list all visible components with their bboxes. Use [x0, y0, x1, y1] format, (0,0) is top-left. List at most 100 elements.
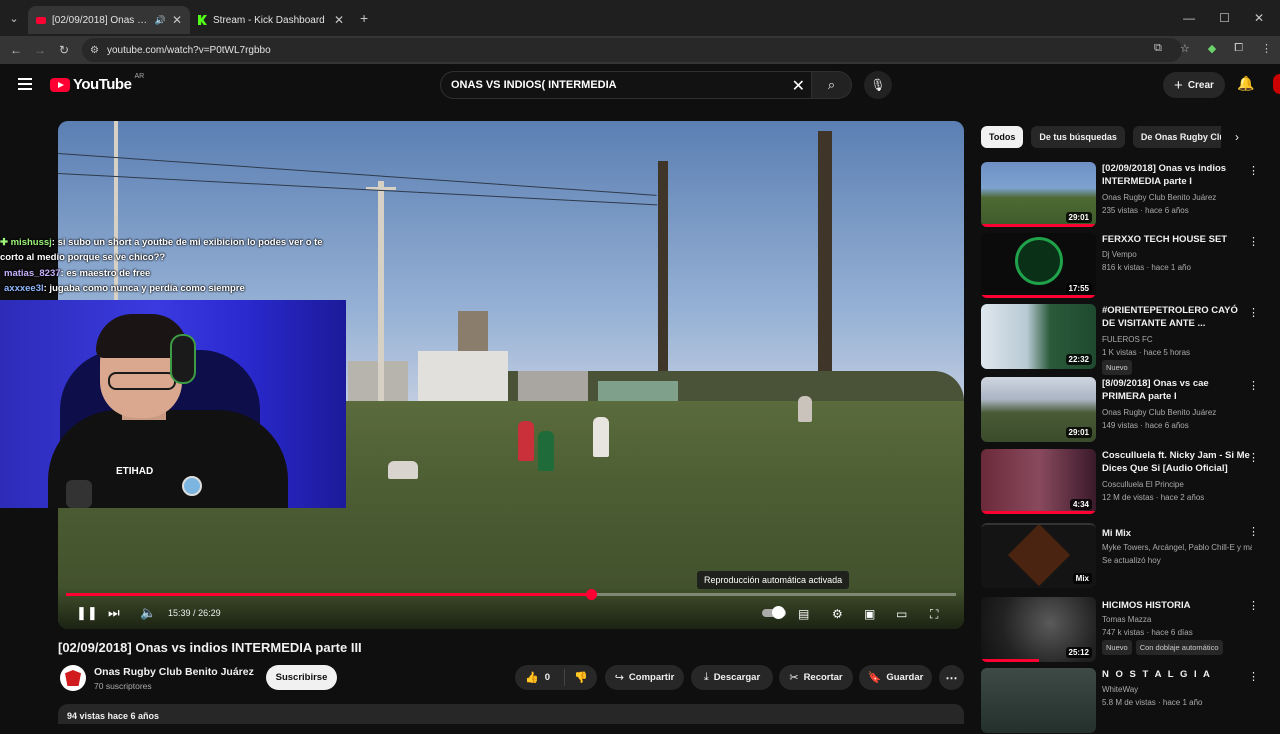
tab-title: [02/09/2018] Onas vs indios — [52, 14, 149, 26]
download-label: Descargar — [713, 672, 761, 683]
channel-avatar[interactable] — [60, 665, 86, 691]
mix-diamond-icon — [1007, 525, 1071, 587]
list-item[interactable]: 17:55 FERXXO TECH HOUSE SET Dj Vempo 816… — [981, 233, 1271, 299]
cast-icon[interactable]: ⧉ — [1154, 42, 1162, 55]
video-thumbnail[interactable]: 4:34 — [981, 449, 1096, 514]
more-vertical-icon[interactable]: ⋮ — [1248, 235, 1259, 248]
create-button[interactable]: + Crear — [1163, 72, 1225, 98]
next-video-icon[interactable]: ⏭ — [108, 605, 120, 621]
settings-gear-icon[interactable]: ⚙ — [832, 607, 843, 621]
video-thumbnail[interactable]: 25:12 — [981, 597, 1096, 662]
clip-button[interactable]: ✂ Recortar — [779, 665, 853, 690]
list-item[interactable]: 29:01 [02/09/2018] Onas vs indios INTERM… — [981, 162, 1271, 228]
more-vertical-icon[interactable]: ⋮ — [1248, 670, 1259, 683]
subtitles-icon[interactable]: ▤ — [798, 607, 809, 621]
duration-badge: 17:55 — [1065, 283, 1092, 294]
bookmark-star-icon[interactable]: ☆ — [1180, 42, 1190, 55]
search-button[interactable]: ⌕ — [812, 71, 852, 99]
more-vertical-icon[interactable]: ⋮ — [1248, 525, 1259, 538]
time-total: 26:29 — [198, 608, 221, 618]
chat-badge-icon: ✚ — [0, 237, 8, 248]
chip-de-onas[interactable]: De Onas Rugby Club — [1132, 126, 1221, 148]
list-item[interactable]: N O S T A L G I A WhiteWay 5.8 M de vist… — [981, 668, 1271, 734]
save-button[interactable]: 🔖 Guardar — [859, 665, 932, 690]
tab-youtube[interactable]: [02/09/2018] Onas vs indios 🔊 ✕ — [28, 6, 190, 34]
address-bar[interactable]: ⚙ youtube.com/watch?v=P0tWL7rgbbo — [82, 38, 1182, 62]
voice-search-button[interactable]: 🎙 — [864, 71, 892, 99]
extensions-puzzle-icon[interactable]: ⧠ — [1234, 42, 1243, 55]
list-item[interactable]: 29:01 [8/09/2018] Onas vs cae PRIMERA pa… — [981, 377, 1271, 443]
close-tab-icon[interactable]: ✕ — [334, 13, 344, 27]
more-vertical-icon[interactable]: ⋮ — [1248, 451, 1259, 464]
duration-badge: 25:12 — [1065, 647, 1092, 658]
url-text: youtube.com/watch?v=P0tWL7rgbbo — [106, 44, 271, 56]
minimize-icon[interactable]: — — [1183, 11, 1195, 25]
create-label: Crear — [1187, 79, 1214, 91]
reload-icon[interactable]: ↻ — [52, 43, 76, 57]
list-item[interactable]: 25:12 HICIMOS HISTORIA Tomas Mazza 747 k… — [981, 597, 1271, 663]
fullscreen-icon[interactable]: ⛶ — [930, 607, 938, 622]
list-item[interactable]: 22:32 #ORIENTEPETROLERO CAYÓ DE VISITANT… — [981, 304, 1271, 375]
dislike-button[interactable]: 👎 — [565, 671, 588, 684]
video-thumbnail[interactable]: Mix — [981, 523, 1096, 588]
search-icon: ⌕ — [827, 77, 836, 92]
like-button[interactable]: 👍 0 — [515, 669, 565, 686]
more-actions-button[interactable]: ⋯ — [939, 665, 964, 690]
tab-search-button[interactable]: ⌄ — [0, 0, 28, 36]
clear-search-icon[interactable]: ✕ — [792, 76, 805, 96]
rec-title: [8/09/2018] Onas vs cae PRIMERA parte I — [1102, 378, 1209, 402]
chip-de-tus-busquedas[interactable]: De tus búsquedas — [1031, 126, 1125, 148]
list-item[interactable]: 4:34 Cosculluela ft. Nicky Jam - Si Me D… — [981, 449, 1271, 515]
pause-icon[interactable]: ❚❚ — [76, 605, 98, 621]
new-tab-icon[interactable]: + — [360, 10, 368, 26]
rec-title: N O S T A L G I A — [1102, 669, 1212, 680]
video-thumbnail[interactable]: 29:01 — [981, 162, 1096, 227]
guide-menu-icon[interactable] — [18, 78, 32, 90]
progress-bar[interactable] — [66, 589, 956, 600]
volume-icon[interactable]: 🔈 — [140, 605, 156, 621]
maximize-icon[interactable]: ☐ — [1219, 11, 1230, 25]
miniplayer-icon[interactable]: ▣ — [864, 607, 875, 621]
search-input[interactable]: ONAS VS INDIOS( INTERMEDIA ✕ — [440, 71, 812, 99]
back-icon[interactable]: ← — [4, 43, 28, 57]
subscriber-count: 70 suscriptores — [94, 681, 152, 691]
chip-todos[interactable]: Todos — [981, 126, 1024, 148]
tab-kick[interactable]: Stream - Kick Dashboard ✕ — [190, 6, 352, 34]
more-vertical-icon[interactable]: ⋮ — [1248, 379, 1259, 392]
download-button[interactable]: ⤓ Descargar — [691, 665, 773, 690]
thumbs-down-icon: 👎 — [574, 672, 588, 684]
thumbs-up-icon: 👍 — [525, 672, 539, 684]
list-item[interactable]: Mix Mi Mix Myke Towers, Arcángel, Pablo … — [981, 523, 1271, 589]
close-window-icon[interactable]: ✕ — [1254, 11, 1264, 25]
more-vertical-icon[interactable]: ⋮ — [1248, 164, 1259, 177]
speaker-icon[interactable]: 🔊 — [155, 15, 166, 26]
forward-icon[interactable]: → — [28, 43, 52, 57]
duration-badge: 22:32 — [1065, 354, 1092, 365]
rec-title: [02/09/2018] Onas vs indios INTERMEDIA p… — [1102, 163, 1227, 187]
share-button[interactable]: ↪ Compartir — [605, 665, 684, 690]
stream-chat-overlay: ✚ mishussj: si subo un short a youtbe de… — [0, 235, 340, 296]
theater-mode-icon[interactable]: ▭ — [896, 607, 907, 621]
channel-name[interactable]: Onas Rugby Club Benito Juárez — [94, 666, 254, 678]
menu-dots-icon[interactable]: ⋮ — [1261, 42, 1272, 55]
site-info-icon[interactable]: ⚙ — [90, 45, 99, 56]
account-avatar[interactable] — [1273, 74, 1280, 94]
video-thumbnail[interactable]: 22:32 — [981, 304, 1096, 369]
time-current: 15:39 — [168, 608, 191, 618]
description-box[interactable]: 94 vistas hace 6 años — [58, 704, 964, 724]
close-tab-icon[interactable]: ✕ — [172, 13, 182, 27]
subscribe-button[interactable]: Suscribirse — [266, 665, 337, 690]
autoplay-toggle[interactable] — [762, 606, 786, 619]
rec-channel: Myke Towers, Arcángel, Pablo Chill-E y m… — [1102, 543, 1252, 552]
more-vertical-icon[interactable]: ⋮ — [1248, 306, 1259, 319]
video-thumbnail[interactable] — [981, 668, 1096, 733]
chevron-right-icon[interactable]: › — [1235, 130, 1239, 144]
youtube-logo[interactable]: YouTube AR — [50, 73, 144, 93]
notifications-bell-icon[interactable]: 🔔 — [1237, 75, 1254, 92]
chat-username: matias_8237 — [4, 268, 61, 279]
video-thumbnail[interactable]: 29:01 — [981, 377, 1096, 442]
video-thumbnail[interactable]: 17:55 — [981, 233, 1096, 298]
club-crest-icon — [182, 476, 202, 496]
extension-icon[interactable]: ◆ — [1208, 42, 1216, 55]
more-vertical-icon[interactable]: ⋮ — [1248, 599, 1259, 612]
